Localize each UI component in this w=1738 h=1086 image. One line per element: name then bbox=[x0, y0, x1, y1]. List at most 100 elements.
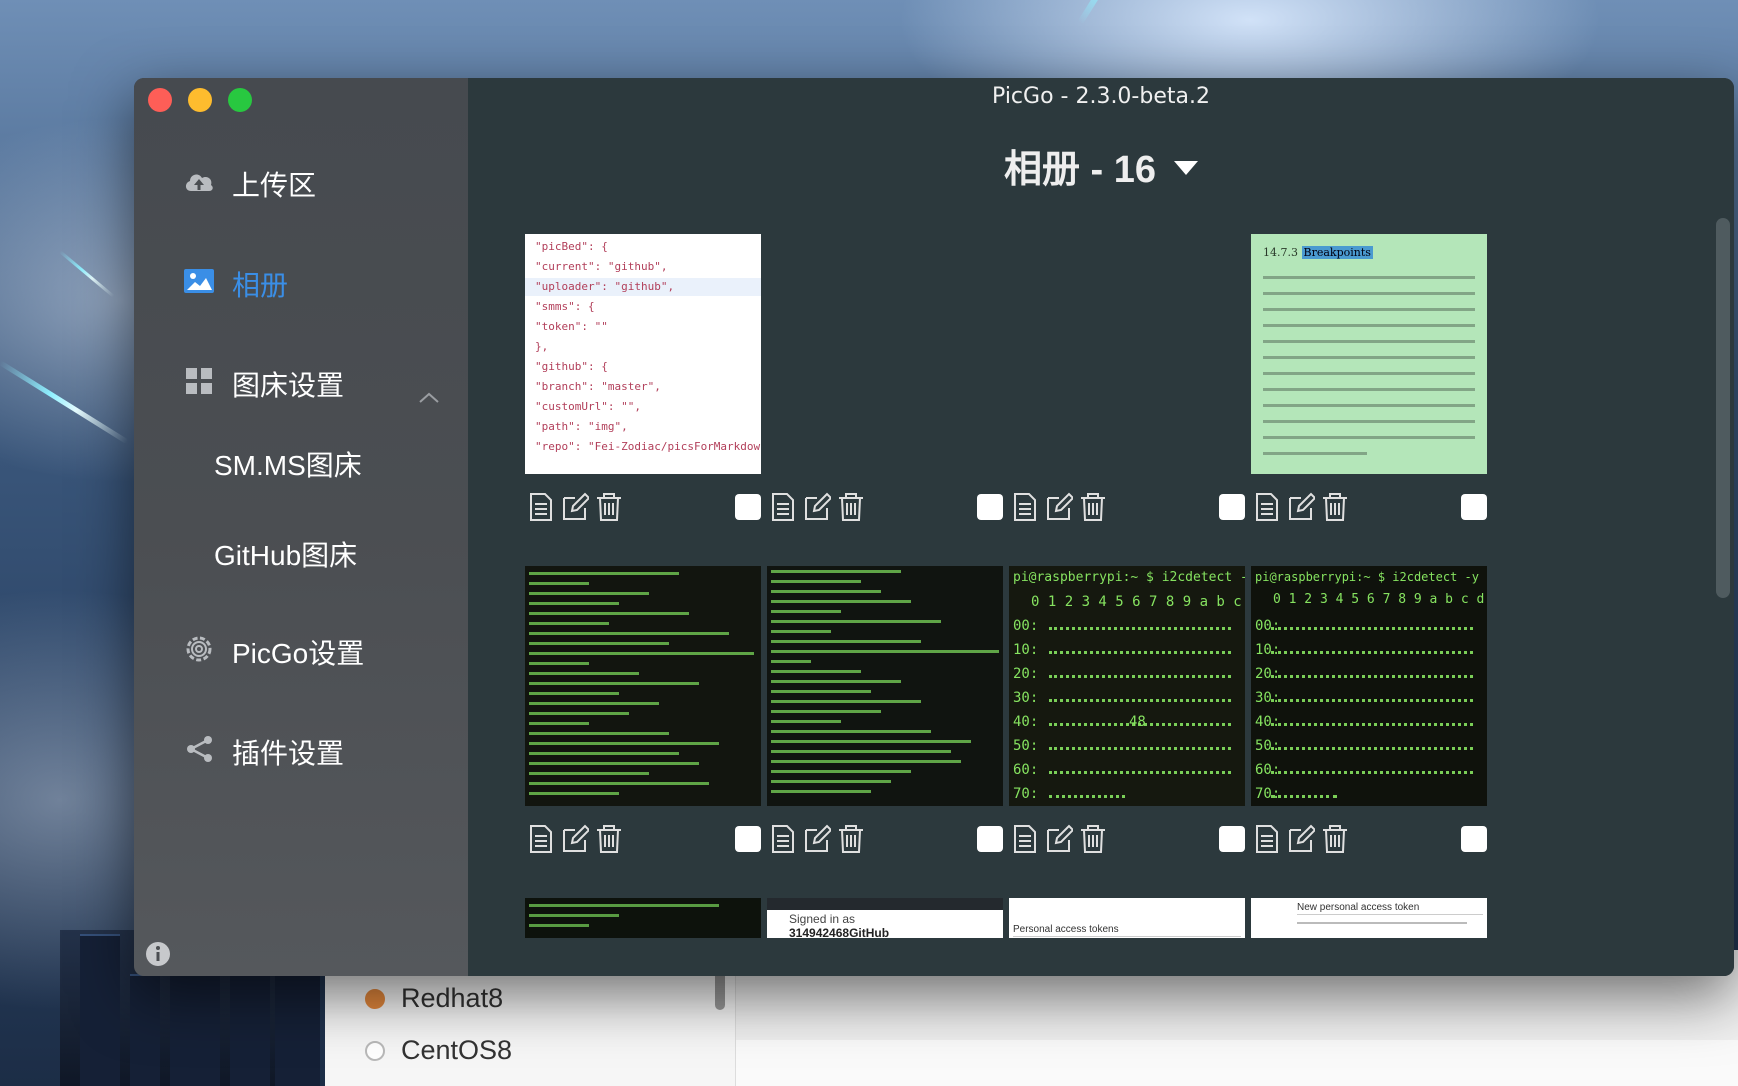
image-thumbnail[interactable]: Personal access tokens bbox=[1009, 898, 1245, 938]
card-actions bbox=[769, 492, 865, 522]
code-line: "branch": "master", bbox=[535, 380, 661, 393]
light-streak bbox=[59, 250, 115, 298]
sidebar-item-picgo-settings[interactable]: PicGo设置 bbox=[134, 618, 468, 678]
scrollbar[interactable] bbox=[715, 970, 725, 1010]
delete-icon[interactable] bbox=[595, 492, 623, 522]
image-thumbnail[interactable]: Signed in as 314942468GitHub bbox=[767, 898, 1003, 938]
terminal-row-label: 40: bbox=[1013, 714, 1039, 730]
select-checkbox[interactable] bbox=[735, 826, 761, 852]
minimize-window-button[interactable] bbox=[188, 88, 212, 112]
copy-link-icon[interactable] bbox=[1011, 492, 1039, 522]
list-item[interactable]: Redhat8 bbox=[365, 983, 503, 1014]
code-line: "token": "" bbox=[535, 320, 608, 333]
edit-icon[interactable] bbox=[1045, 492, 1073, 522]
terminal-header: 0 1 2 3 4 5 6 7 8 9 a b c d e f bbox=[1273, 592, 1487, 607]
edit-icon[interactable] bbox=[561, 824, 589, 854]
copy-link-icon[interactable] bbox=[527, 492, 555, 522]
zoom-window-button[interactable] bbox=[228, 88, 252, 112]
sidebar-item-upload[interactable]: 上传区 bbox=[134, 150, 468, 210]
delete-icon[interactable] bbox=[595, 824, 623, 854]
delete-icon[interactable] bbox=[1079, 492, 1107, 522]
edit-icon[interactable] bbox=[561, 492, 589, 522]
delete-icon[interactable] bbox=[837, 824, 865, 854]
image-thumbnail[interactable] bbox=[525, 566, 761, 806]
select-checkbox[interactable] bbox=[1461, 826, 1487, 852]
sidebar-item-smms[interactable]: SM.MS图床 bbox=[214, 444, 362, 484]
delete-icon[interactable] bbox=[1321, 824, 1349, 854]
code-line: "current": "github", bbox=[535, 260, 668, 273]
upload-cloud-icon bbox=[185, 174, 213, 191]
close-window-button[interactable] bbox=[148, 88, 172, 112]
edit-icon[interactable] bbox=[1287, 824, 1315, 854]
sidebar-item-label: 图床设置 bbox=[232, 370, 345, 401]
sidebar-item-gallery[interactable]: 相册 bbox=[134, 250, 468, 310]
code-line: }, bbox=[535, 340, 549, 353]
image-thumbnail[interactable] bbox=[525, 898, 761, 938]
copy-link-icon[interactable] bbox=[769, 824, 797, 854]
list-item[interactable]: CentOS8 bbox=[365, 1035, 512, 1066]
gallery-card: Personal access tokens bbox=[1009, 898, 1245, 938]
select-checkbox[interactable] bbox=[1219, 826, 1245, 852]
gallery-card: pi@raspberrypi:~ $ i2cdetect -y 1 0 1 2 … bbox=[1009, 566, 1245, 856]
gallery-card bbox=[767, 566, 1003, 856]
gallery-card bbox=[525, 566, 761, 856]
image-thumbnail[interactable]: pi@raspberrypi:~ $ i2cdetect -y 1 0 1 2 … bbox=[1009, 566, 1245, 806]
gallery-card: "picBed": { "current": "github", "upload… bbox=[525, 234, 761, 524]
gallery-card bbox=[1009, 234, 1245, 524]
image-thumbnail[interactable] bbox=[767, 566, 1003, 806]
sidebar-item-plugin-settings[interactable]: 插件设置 bbox=[134, 718, 468, 778]
gallery-card: New personal access token bbox=[1251, 898, 1487, 938]
copy-link-icon[interactable] bbox=[1253, 824, 1281, 854]
terminal-row-label: 70: bbox=[1013, 786, 1039, 802]
signed-in-text: Signed in as bbox=[789, 912, 856, 926]
token-heading: Personal access tokens bbox=[1013, 924, 1119, 935]
edit-icon[interactable] bbox=[1287, 492, 1315, 522]
list-item-label: CentOS8 bbox=[401, 1035, 513, 1065]
copy-link-icon[interactable] bbox=[1011, 824, 1039, 854]
sidebar-item-label: 上传区 bbox=[232, 170, 317, 201]
info-icon[interactable] bbox=[144, 940, 172, 968]
delete-icon[interactable] bbox=[1079, 824, 1107, 854]
terminal-prompt: pi@raspberrypi:~ $ i2cdetect -y 1 bbox=[1255, 570, 1487, 584]
code-line: "smms": { bbox=[535, 300, 595, 313]
terminal-header: 0 1 2 3 4 5 6 7 8 9 a b c d e f bbox=[1031, 594, 1245, 610]
paper-heading-number: 14.7.3 bbox=[1263, 246, 1298, 259]
select-checkbox[interactable] bbox=[977, 494, 1003, 520]
select-checkbox[interactable] bbox=[977, 826, 1003, 852]
radio-button[interactable] bbox=[365, 1040, 385, 1061]
list-item-label: Redhat8 bbox=[401, 983, 504, 1013]
code-line: "uploader": "github", bbox=[535, 280, 675, 293]
card-actions bbox=[1253, 492, 1349, 522]
picgo-window: 上传区 相册 图床设置 SM.MS图床 GitHub图床 PicGo设置 插件设… bbox=[134, 78, 1734, 976]
code-line: "path": "img", bbox=[535, 420, 628, 433]
gallery-card: Signed in as 314942468GitHub bbox=[767, 898, 1003, 938]
sidebar: 上传区 相册 图床设置 SM.MS图床 GitHub图床 PicGo设置 插件设… bbox=[134, 78, 468, 976]
select-checkbox[interactable] bbox=[1461, 494, 1487, 520]
image-thumbnail[interactable]: "picBed": { "current": "github", "upload… bbox=[525, 234, 761, 474]
copy-link-icon[interactable] bbox=[1253, 492, 1281, 522]
delete-icon[interactable] bbox=[1321, 492, 1349, 522]
new-token-heading: New personal access token bbox=[1297, 902, 1420, 913]
radio-button-selected[interactable] bbox=[365, 988, 385, 1009]
image-thumbnail[interactable]: pi@raspberrypi:~ $ i2cdetect -y 1 0 1 2 … bbox=[1251, 566, 1487, 806]
terminal-row-label: 10: bbox=[1013, 642, 1039, 658]
code-line: "github": { bbox=[535, 360, 608, 373]
delete-icon[interactable] bbox=[837, 492, 865, 522]
copy-link-icon[interactable] bbox=[769, 492, 797, 522]
image-thumbnail[interactable] bbox=[767, 234, 1003, 474]
edit-icon[interactable] bbox=[803, 492, 831, 522]
terminal-address: 48 bbox=[1129, 714, 1146, 730]
sidebar-item-github[interactable]: GitHub图床 bbox=[214, 534, 357, 574]
image-thumbnail[interactable] bbox=[1009, 234, 1245, 474]
gallery-grid: "picBed": { "current": "github", "upload… bbox=[468, 78, 1734, 976]
chevron-up-icon[interactable] bbox=[414, 388, 444, 408]
edit-icon[interactable] bbox=[1045, 824, 1073, 854]
main-panel: PicGo - 2.3.0-beta.2 相册 - 16 "picBed": {… bbox=[468, 78, 1734, 976]
image-thumbnail[interactable]: 14.7.3 Breakpoints bbox=[1251, 234, 1487, 474]
select-checkbox[interactable] bbox=[735, 494, 761, 520]
image-thumbnail[interactable]: New personal access token bbox=[1251, 898, 1487, 938]
sidebar-item-label: 插件设置 bbox=[232, 738, 345, 769]
select-checkbox[interactable] bbox=[1219, 494, 1245, 520]
edit-icon[interactable] bbox=[803, 824, 831, 854]
copy-link-icon[interactable] bbox=[527, 824, 555, 854]
